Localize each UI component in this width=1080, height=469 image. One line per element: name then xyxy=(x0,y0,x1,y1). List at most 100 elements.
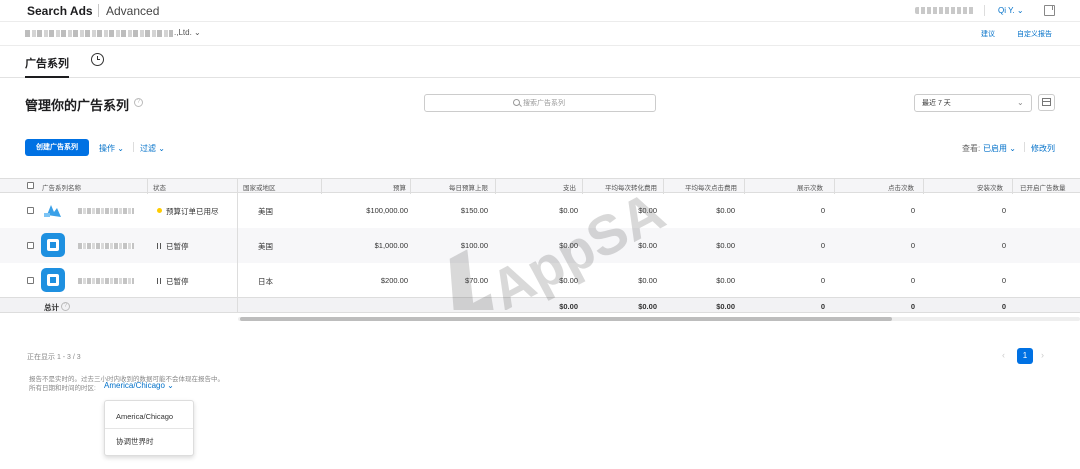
column-header-region[interactable]: 国家或地区 xyxy=(243,182,276,192)
user-menu[interactable]: Qi Y. ⌄ xyxy=(998,6,1024,15)
timezone-option[interactable]: America/Chicago xyxy=(116,412,173,421)
divider xyxy=(1024,142,1025,152)
status-text: 已暂停 xyxy=(166,277,189,286)
previous-page-button[interactable]: ‹ xyxy=(1002,350,1005,360)
daily-cap-cell[interactable]: $100.00 xyxy=(411,241,488,250)
taps-cell: 0 xyxy=(910,241,915,250)
select-all-checkbox[interactable] xyxy=(27,182,34,189)
showing-count: 正在显示 1 - 3 / 3 xyxy=(27,354,81,361)
table-row[interactable]: 已暂停 美国 $1,000.00 $100.00 $0.00 $0.00 $0.… xyxy=(0,228,1080,263)
timezone-select[interactable]: America/Chicago ⌄ xyxy=(104,381,174,390)
table-row[interactable]: 预算订单已用尽 美国 $100,000.00 $150.00 $0.00 $0.… xyxy=(0,193,1080,228)
column-header-avg-cpa[interactable]: 平均每次转化费用 xyxy=(583,182,657,192)
impressions-cell: 0 xyxy=(820,206,825,215)
campaign-name-redacted[interactable] xyxy=(78,278,134,284)
timezone-option[interactable]: 协调世界时 xyxy=(116,436,154,447)
daily-cap-cell[interactable]: $150.00 xyxy=(411,206,488,215)
campaign-name-redacted[interactable] xyxy=(78,208,134,214)
app-icon xyxy=(41,233,65,257)
help-icon[interactable]: ? xyxy=(61,302,70,311)
installs-cell: 0 xyxy=(1001,241,1006,250)
impressions-cell: 0 xyxy=(820,241,825,250)
daily-cap-cell[interactable]: $70.00 xyxy=(411,276,488,285)
taps-cell: 0 xyxy=(910,206,915,215)
help-icon[interactable]: ? xyxy=(134,98,143,107)
column-header-enabled-ads[interactable]: 已开启广告数量 xyxy=(1020,182,1066,192)
date-range-value: 最近 7 天 xyxy=(922,100,951,107)
org-name-redacted xyxy=(25,30,173,37)
budget-cell[interactable]: $100,000.00 xyxy=(322,206,408,215)
column-header-daily-cap[interactable]: 每日预算上限 xyxy=(411,182,488,192)
org-switcher[interactable]: .,Ltd. ⌄ xyxy=(174,28,201,37)
total-taps: 0 xyxy=(910,302,915,311)
totals-row: 总计 ? $0.00 $0.00 $0.00 0 0 0 xyxy=(0,297,1080,313)
divider xyxy=(105,428,193,429)
status-text: 已暂停 xyxy=(166,242,189,251)
page-title: 管理你的广告系列 xyxy=(25,98,130,113)
suggestions-link[interactable]: 建议 xyxy=(981,29,995,39)
avg-cpt-cell: $0.00 xyxy=(716,276,735,285)
totals-label: 总计 xyxy=(44,303,59,312)
divider xyxy=(98,4,99,17)
row-checkbox[interactable] xyxy=(27,242,34,249)
column-header-budget[interactable]: 预算 xyxy=(322,182,406,192)
row-checkbox[interactable] xyxy=(27,207,34,214)
column-header-name[interactable]: 广告系列名称 xyxy=(42,182,81,192)
next-page-button[interactable]: › xyxy=(1041,350,1044,360)
spend-cell: $0.00 xyxy=(559,241,578,250)
view-label: 查看: xyxy=(962,144,981,153)
campaigns-table: 广告系列名称 状态 国家或地区 预算 每日预算上限 支出 平均每次转化费用 平均… xyxy=(0,178,1080,323)
pause-icon xyxy=(157,278,161,284)
tab-campaigns[interactable]: 广告系列 xyxy=(25,55,69,71)
spend-cell: $0.00 xyxy=(559,276,578,285)
horizontal-scrollbar-thumb[interactable] xyxy=(240,317,892,321)
total-impressions: 0 xyxy=(820,302,825,311)
campaign-name-redacted[interactable] xyxy=(78,243,134,249)
installs-cell: 0 xyxy=(1001,206,1006,215)
search-icon xyxy=(513,99,520,106)
column-header-impressions[interactable]: 展示次数 xyxy=(745,182,823,192)
mode-switcher[interactable]: Advanced xyxy=(106,4,159,18)
region-cell: 日本 xyxy=(258,277,273,286)
current-page-button[interactable]: 1 xyxy=(1017,348,1033,364)
total-spend: $0.00 xyxy=(559,302,578,311)
column-separator xyxy=(147,179,148,194)
avg-cpa-cell: $0.00 xyxy=(638,206,657,215)
table-row[interactable]: 已暂停 日本 $200.00 $70.00 $0.00 $0.00 $0.00 … xyxy=(0,263,1080,298)
region-cell: 美国 xyxy=(258,242,273,251)
view-filter-select[interactable]: 已启用 ⌄ xyxy=(983,143,1016,154)
create-campaign-button[interactable]: 创建广告系列 xyxy=(25,139,89,156)
budget-cell[interactable]: $200.00 xyxy=(322,276,408,285)
column-header-spend[interactable]: 支出 xyxy=(496,182,576,192)
divider xyxy=(984,5,985,16)
column-header-avg-cpt[interactable]: 平均每次点击费用 xyxy=(664,182,737,192)
avg-cpa-cell: $0.00 xyxy=(638,276,657,285)
custom-reports-link[interactable]: 自定义报告 xyxy=(1017,29,1052,39)
search-ads-logo[interactable]: Search Ads xyxy=(24,4,93,18)
region-cell: 美国 xyxy=(258,207,273,216)
divider xyxy=(133,142,134,152)
calendar-icon xyxy=(1042,98,1051,106)
frozen-column-separator xyxy=(237,178,238,313)
column-header-installs[interactable]: 安装次数 xyxy=(924,182,1003,192)
column-header-status[interactable]: 状态 xyxy=(153,182,166,192)
column-separator xyxy=(1012,179,1013,194)
open-window-icon[interactable] xyxy=(1044,5,1055,16)
avg-cpt-cell: $0.00 xyxy=(716,206,735,215)
edit-columns-link[interactable]: 修改列 xyxy=(1031,143,1055,154)
status-text: 预算订单已用尽 xyxy=(166,207,219,216)
row-checkbox[interactable] xyxy=(27,277,34,284)
filter-menu[interactable]: 过滤 ⌄ xyxy=(140,143,165,154)
taps-cell: 0 xyxy=(910,276,915,285)
impressions-cell: 0 xyxy=(820,276,825,285)
installs-cell: 0 xyxy=(1001,276,1006,285)
tab-bar: 广告系列 xyxy=(0,46,1080,78)
pause-icon xyxy=(157,243,161,249)
status-warning-icon xyxy=(157,208,162,213)
actions-menu[interactable]: 操作 ⌄ xyxy=(99,143,124,154)
chevron-down-icon: ⌄ xyxy=(1017,98,1024,107)
column-header-taps[interactable]: 点击次数 xyxy=(835,182,914,192)
budget-cell[interactable]: $1,000.00 xyxy=(322,241,408,250)
history-icon[interactable] xyxy=(91,53,104,66)
app-icon xyxy=(41,268,65,292)
